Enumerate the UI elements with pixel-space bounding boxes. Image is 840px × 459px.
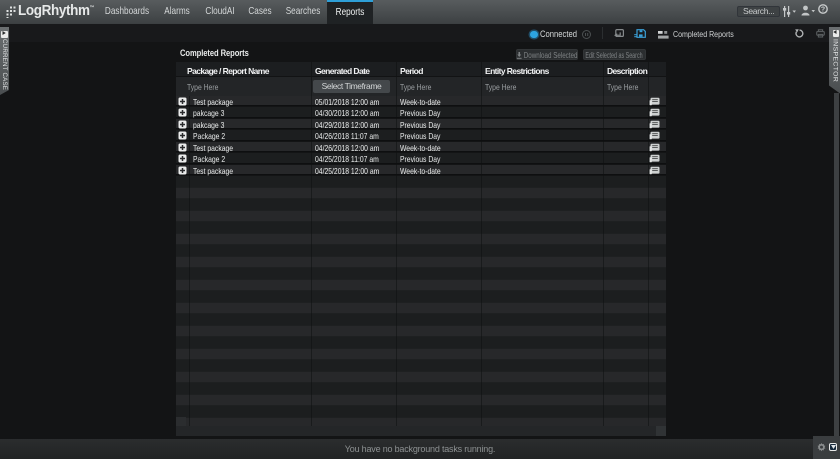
svg-text:?: ? [821, 6, 825, 13]
